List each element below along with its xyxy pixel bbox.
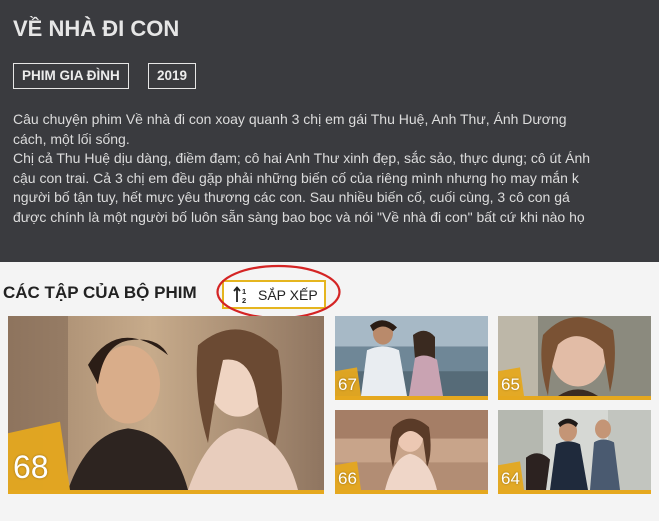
sort-arrows-icon: 1 2 — [233, 285, 246, 305]
description-line: cách, một lối sống. — [13, 130, 130, 147]
movie-description: Câu chuyện phim Về nhà đi con xoay quanh… — [13, 110, 659, 227]
episode-number: 64 — [501, 469, 520, 488]
genre-tag[interactable]: PHIM GIA ĐÌNH — [13, 63, 129, 89]
movie-title: VỀ NHÀ ĐI CON — [13, 16, 180, 41]
description-line: cậu con trai. Cả 3 chị em đều gặp phải n… — [13, 169, 579, 186]
episode-thumbnail — [335, 410, 488, 490]
episode-number: 67 — [338, 375, 357, 394]
description-line: Câu chuyện phim Về nhà đi con xoay quanh… — [13, 111, 567, 127]
episode-thumbnail — [8, 316, 324, 490]
episode-card-65[interactable]: 65 — [498, 316, 651, 400]
episode-card-64[interactable]: 64 — [498, 410, 651, 494]
description-line: người bố tận tuy, hết mực yêu thương các… — [13, 189, 570, 205]
year-tag[interactable]: 2019 — [148, 63, 197, 89]
episode-card-66[interactable]: 66 — [335, 410, 488, 494]
movie-header: VỀ NHÀ ĐI CON PHIM GIA ĐÌNH 2019 Câu chu… — [0, 0, 659, 262]
description-line: Chị cả Thu Huệ dịu dàng, điềm đạm; cô ha… — [13, 150, 591, 166]
description-line: được chính là một người bố luôn sẵn sàng… — [13, 208, 585, 225]
episode-thumbnail — [498, 316, 651, 396]
sort-label: SẮP XẾP — [258, 286, 318, 303]
episode-number: 65 — [501, 375, 520, 394]
svg-text:2: 2 — [242, 296, 246, 305]
episode-card-68[interactable]: 68 — [8, 316, 324, 494]
episodes-section-title: CÁC TẬP CỦA BỘ PHIM — [3, 283, 197, 302]
episode-number: 66 — [338, 469, 357, 488]
episode-card-67[interactable]: 67 — [335, 316, 488, 400]
svg-text:1: 1 — [242, 287, 246, 296]
sort-button[interactable]: 1 2 SẮP XẾP — [222, 280, 326, 309]
episode-number: 68 — [13, 449, 49, 485]
episode-thumbnail — [335, 316, 488, 396]
episode-thumbnail — [498, 410, 651, 490]
